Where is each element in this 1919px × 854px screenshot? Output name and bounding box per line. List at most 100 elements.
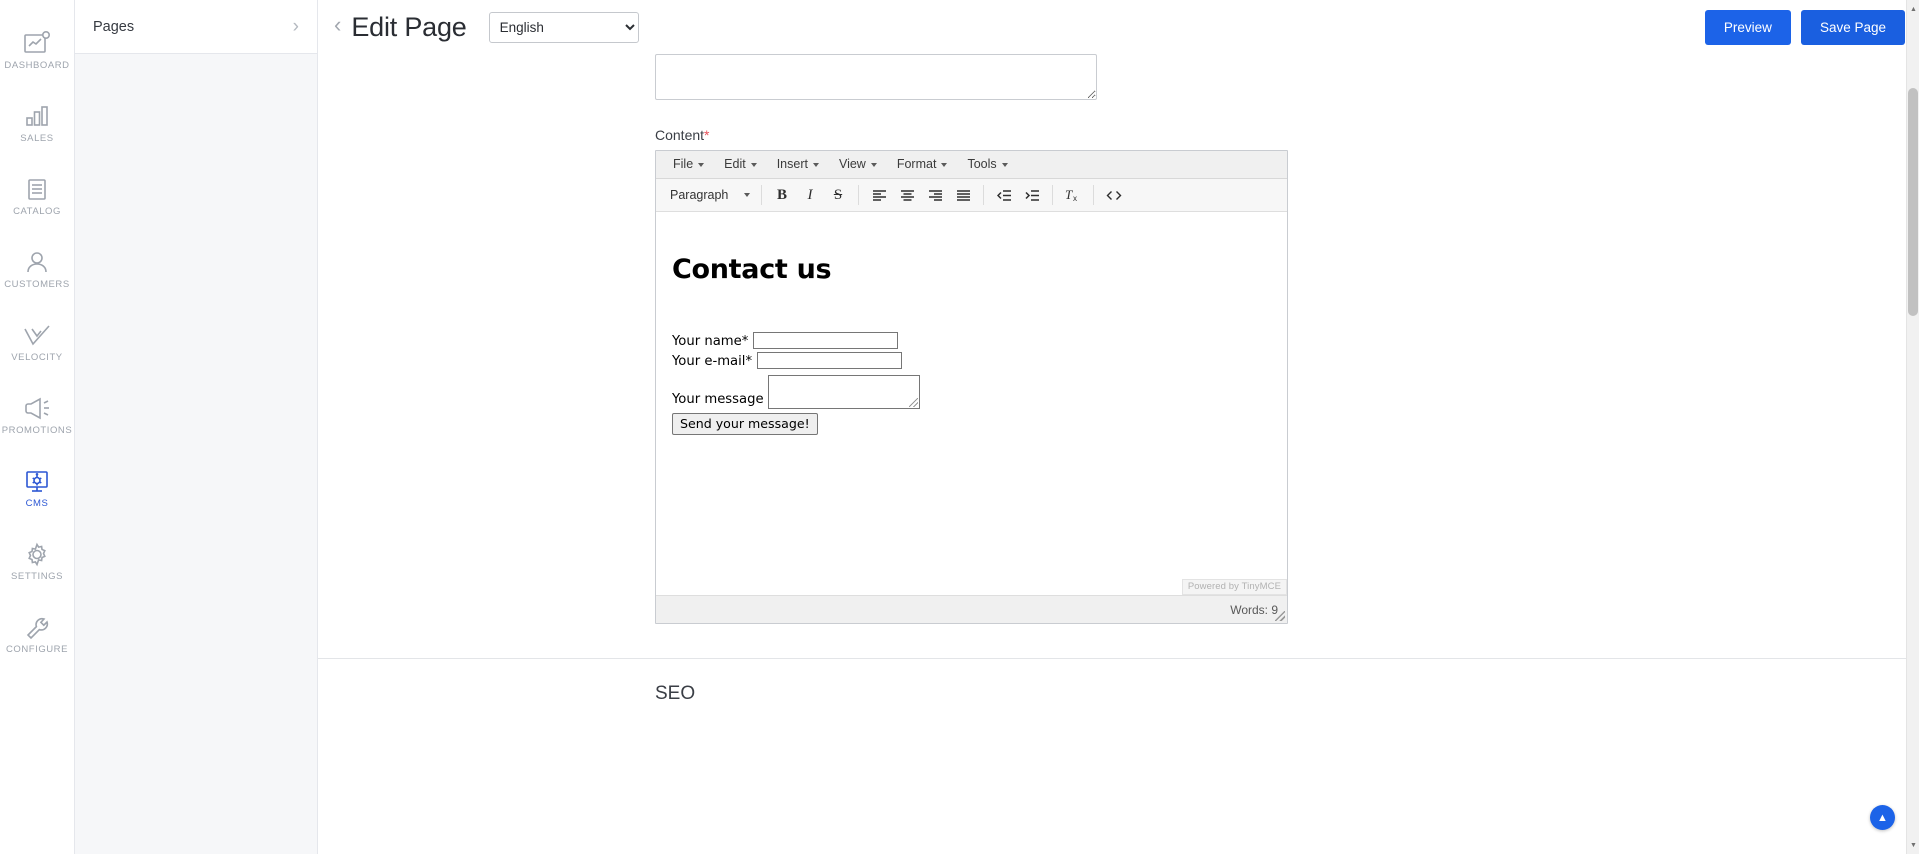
svg-text:x: x (1073, 194, 1077, 202)
form-row-name: Your name* (672, 332, 1267, 351)
sidebar-item-label: VELOCITY (11, 351, 63, 363)
save-page-button[interactable]: Save Page (1800, 9, 1905, 45)
editor-content-area[interactable]: Contact us Your name* Your e-mail* Your … (656, 212, 1287, 595)
chevron-right-icon[interactable]: › (293, 17, 303, 36)
catalog-lines-icon (23, 177, 51, 203)
app-root: DASHBOARD SALES CATALOG CUSTOMERS VELOCI (0, 0, 1919, 854)
sidebar-item-promotions[interactable]: PROMOTIONS (0, 379, 75, 452)
page-scrollbar[interactable]: ▲ ▼ (1906, 0, 1919, 854)
sidebar-item-catalog[interactable]: CATALOG (0, 160, 75, 233)
top-field-block: Content* File Edit Insert View Format To… (318, 54, 1919, 624)
scroll-to-top-button[interactable]: ▲ (1870, 805, 1895, 830)
scrollbar-arrow-down-icon[interactable]: ▼ (1907, 838, 1919, 852)
source-code-icon[interactable] (1100, 182, 1128, 208)
align-left-icon[interactable] (865, 182, 893, 208)
sidebar-item-customers[interactable]: CUSTOMERS (0, 233, 75, 306)
tinymce-editor: File Edit Insert View Format Tools Parag… (655, 150, 1288, 624)
sidebar-item-sales[interactable]: SALES (0, 87, 75, 160)
content-field-label: Content* (655, 127, 1919, 143)
your-name-input[interactable] (753, 332, 899, 349)
scrollbar-thumb[interactable] (1908, 88, 1918, 316)
tinymce-branding[interactable]: Powered by TinyMCE (1181, 579, 1287, 595)
sidebar-item-dashboard[interactable]: DASHBOARD (0, 14, 75, 87)
menu-file[interactable]: File (664, 154, 713, 175)
format-block-select[interactable]: Paragraph (663, 183, 755, 208)
main-sidebar: DASHBOARD SALES CATALOG CUSTOMERS VELOCI (0, 0, 75, 854)
sidebar-item-label: CONFIGURE (6, 643, 68, 655)
your-message-textarea[interactable] (767, 375, 920, 409)
chevron-down-icon (812, 163, 819, 167)
editor-menubar: File Edit Insert View Format Tools (656, 151, 1287, 179)
toolbar-divider (761, 185, 762, 205)
align-right-icon[interactable] (921, 182, 949, 208)
sidebar-item-configure[interactable]: CONFIGURE (0, 598, 75, 671)
toolbar-divider (858, 185, 859, 205)
align-center-icon[interactable] (893, 182, 921, 208)
sidebar-item-settings[interactable]: SETTINGS (0, 525, 75, 598)
form-row-message: Your message (672, 375, 1267, 409)
bold-icon[interactable]: B (768, 182, 796, 208)
sidebar-item-label: SALES (20, 132, 54, 144)
pages-panel: Pages › (75, 0, 318, 854)
pages-panel-header: Pages › (75, 0, 317, 54)
your-message-label: Your message (672, 392, 764, 407)
section-divider (318, 658, 1919, 659)
required-asterisk: * (704, 127, 710, 143)
sidebar-item-label: CMS (25, 497, 49, 509)
clear-formatting-icon[interactable]: Tx (1059, 182, 1087, 208)
editor-toolbar: Paragraph B I S T x (656, 179, 1287, 212)
your-email-input[interactable] (757, 352, 903, 369)
send-message-button[interactable]: Send your message! (672, 413, 818, 435)
menu-edit[interactable]: Edit (715, 154, 766, 175)
chevron-down-icon (870, 163, 877, 167)
page-title: Edit Page (351, 11, 467, 42)
back-button[interactable]: ‹ (328, 14, 351, 40)
svg-text:T: T (1065, 188, 1073, 202)
sidebar-item-label: SETTINGS (11, 570, 63, 582)
word-count: Words: 9 (1230, 602, 1278, 617)
strikethrough-icon[interactable]: S (824, 182, 852, 208)
toolbar-divider (1093, 185, 1094, 205)
sidebar-item-label: CATALOG (13, 205, 61, 217)
menu-file-label: File (673, 157, 694, 171)
meta-description-textarea[interactable] (655, 54, 1097, 100)
preview-button[interactable]: Preview (1704, 9, 1791, 45)
toolbar-divider (1052, 185, 1053, 205)
gear-icon (22, 542, 52, 568)
your-email-label: Your e-mail* (672, 354, 753, 369)
format-block-value: Paragraph (670, 188, 729, 202)
editor-resize-handle[interactable] (1275, 611, 1285, 621)
main-content: ‹ Edit Page English Preview Save Page Co… (318, 0, 1919, 854)
contact-form: Your name* Your e-mail* Your message Sen… (672, 332, 1267, 435)
sidebar-item-label: CUSTOMERS (4, 278, 70, 290)
dashboard-icon (23, 30, 51, 57)
outdent-icon[interactable] (990, 182, 1018, 208)
bar-chart-icon (23, 104, 51, 130)
content-label-text: Content (655, 127, 705, 143)
italic-icon[interactable]: I (796, 182, 824, 208)
megaphone-icon (22, 396, 52, 422)
chevron-down-icon (744, 193, 750, 197)
menu-format[interactable]: Format (888, 154, 957, 175)
menu-insert-label: Insert (776, 157, 808, 171)
menu-view[interactable]: View (830, 154, 886, 175)
sidebar-item-cms[interactable]: CMS (0, 452, 75, 525)
chevron-down-icon (1001, 163, 1008, 167)
menu-tools-label: Tools (967, 157, 997, 171)
sidebar-item-velocity[interactable]: VELOCITY (0, 306, 75, 379)
language-select[interactable]: English (488, 11, 639, 43)
menu-tools[interactable]: Tools (958, 154, 1016, 175)
indent-icon[interactable] (1018, 182, 1046, 208)
form-scroll-area: Content* File Edit Insert View Format To… (318, 54, 1919, 854)
sidebar-item-label: DASHBOARD (4, 59, 70, 71)
scrollbar-arrow-up-icon[interactable]: ▲ (1907, 2, 1919, 16)
content-heading: Contact us (672, 254, 832, 285)
align-justify-icon[interactable] (949, 182, 977, 208)
wrench-icon (22, 615, 52, 641)
form-row-email: Your e-mail* (672, 352, 1267, 371)
toolbar-divider (983, 185, 984, 205)
menu-edit-label: Edit (724, 157, 746, 171)
pages-panel-title: Pages (93, 18, 135, 35)
double-check-icon (22, 323, 52, 349)
menu-insert[interactable]: Insert (768, 154, 828, 175)
